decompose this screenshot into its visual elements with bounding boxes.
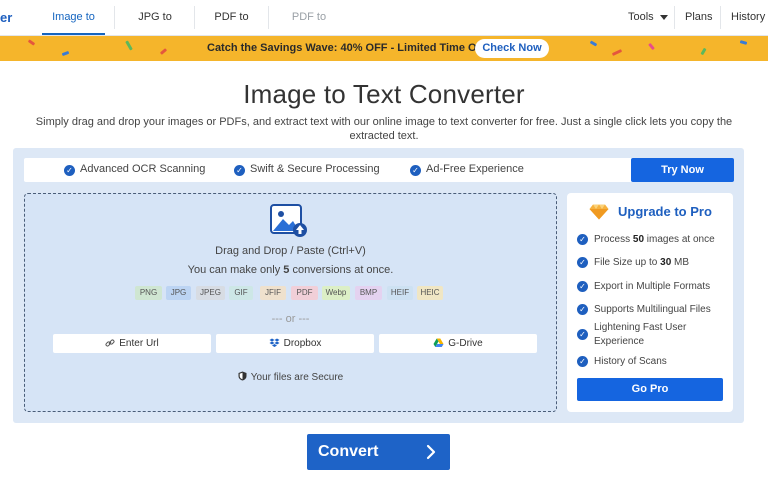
pro-feature-text: Lightening Fast User Experience [594,322,687,347]
brand-logo-fragment[interactable]: er [0,10,12,25]
pro-feature-value: 30 [660,257,672,268]
google-drive-button[interactable]: G-Drive [379,334,537,353]
check-circle-icon: ✓ [234,165,245,176]
try-now-button[interactable]: Try Now [631,158,734,182]
upgrade-pro-title: Upgrade to Pro [618,204,712,219]
pro-feature-text: MB [671,257,690,268]
tools-dropdown[interactable]: Tools [628,0,668,35]
or-divider-text: --- or --- [271,313,310,325]
format-badge: GIF [229,286,253,300]
nav-divider [720,6,721,29]
pro-feature-item: ✓ Process 50 images at once [577,233,727,247]
google-drive-label: G-Drive [448,338,483,349]
google-drive-icon [433,338,444,348]
go-pro-button[interactable]: Go Pro [577,378,723,401]
confetti-decoration [27,39,36,46]
dropbox-button[interactable]: Dropbox [216,334,374,353]
pro-feature-text: Process [594,234,633,245]
check-circle-icon: ✓ [64,165,75,176]
tab-pdf-to-word[interactable]: PDF to Word [279,0,339,58]
link-icon [105,339,115,347]
format-badge: JPG [166,286,191,300]
confetti-decoration [648,42,655,51]
feature-label: Advanced OCR Scanning [80,163,206,175]
check-circle-icon: ✓ [410,165,421,176]
conversion-limit-text: You can make only 5 conversions at once. [24,264,557,276]
page-subtitle: Simply drag and drop your images or PDFs… [35,116,733,142]
chevron-right-icon [426,444,436,460]
confetti-decoration [125,40,133,51]
pro-feature-item: ✓ History of Scans [577,355,727,369]
caret-down-icon [659,14,668,20]
pro-feature-value: 50 [632,234,645,245]
limit-prefix: You can make only [187,264,284,276]
confetti-decoration [159,48,168,55]
format-badge: HEIF [387,286,413,300]
format-badge: PNG [135,286,162,300]
diamond-icon [589,204,609,220]
pro-feature-text: Supports Multilingual Files [594,304,711,315]
nav-divider [268,6,269,29]
pro-feature-text: History of Scans [594,356,667,367]
drag-drop-text: Drag and Drop / Paste (Ctrl+V) [215,245,366,257]
limit-suffix: conversions at once. [289,264,394,276]
nav-divider [674,6,675,29]
top-navbar: er Image to Text JPG to Word PDF to Text… [0,0,768,58]
secure-text: Your files are Secure [250,372,344,383]
confetti-decoration [61,50,70,57]
nav-divider [114,6,115,29]
enter-url-button[interactable]: Enter Url [53,334,211,353]
promo-text: Catch the Savings Wave: 40% OFF - Limite… [207,42,495,54]
confetti-decoration [611,49,623,56]
feature-item: ✓ Swift & Secure Processing [234,163,380,176]
pro-feature-item: ✓ File Size up to 30 MB [577,256,727,270]
format-badge: HEIC [417,286,443,300]
confetti-decoration [739,40,748,45]
format-badge: PDF [291,286,318,300]
check-circle-icon: ✓ [577,257,588,268]
pro-feature-text: images at once [644,234,715,245]
promo-banner: Catch the Savings Wave: 40% OFF - Limite… [0,36,768,61]
pro-feature-text: File Size up to [594,257,661,268]
tools-label: Tools [628,11,654,23]
format-badge: JPEG [196,286,225,300]
check-circle-icon: ✓ [577,356,588,367]
feature-item: ✓ Ad-Free Experience [410,163,524,176]
feature-label: Ad-Free Experience [426,163,524,175]
confetti-decoration [700,47,707,56]
nav-plans-link[interactable]: Plans [685,0,713,35]
pro-feature-item: ✓ Lightening Fast User Experience [577,321,702,349]
dropbox-label: Dropbox [283,338,322,349]
confetti-decoration [589,40,598,47]
tab-jpg-to-word[interactable]: JPG to Word [126,0,184,58]
pro-feature-text: Export in Multiple Formats [594,281,711,292]
pro-feature-item: ✓ Supports Multilingual Files [577,303,727,317]
check-circle-icon: ✓ [577,234,588,245]
secure-files-note: Your files are Secure [24,371,557,383]
format-badge: BMP [355,286,382,300]
convert-button[interactable]: Convert [307,434,450,470]
page-title: Image to Text Converter [243,79,525,109]
tab-image-to-text[interactable]: Image to Text [42,0,105,58]
pro-feature-item: ✓ Export in Multiple Formats [577,280,727,294]
shield-icon [238,371,247,381]
convert-label: Convert [318,443,379,460]
check-circle-icon: ✓ [577,304,588,315]
check-circle-icon: ✓ [577,281,588,292]
nav-divider [194,6,195,29]
format-badge: Webp [322,286,350,300]
format-badge: JFIF [260,286,286,300]
tab-pdf-to-text[interactable]: PDF to Text [206,0,257,58]
features-bar: ✓ Advanced OCR Scanning ✓ Swift & Secure P… [24,158,734,182]
nav-history-link[interactable]: History [731,0,765,35]
image-upload-icon [270,204,307,237]
check-circle-icon: ✓ [577,329,588,340]
dropbox-icon [269,338,280,348]
check-now-button[interactable]: Check Now [475,39,549,58]
feature-item: ✓ Advanced OCR Scanning [64,163,205,176]
feature-label: Swift & Secure Processing [250,163,380,175]
enter-url-label: Enter Url [119,338,159,349]
